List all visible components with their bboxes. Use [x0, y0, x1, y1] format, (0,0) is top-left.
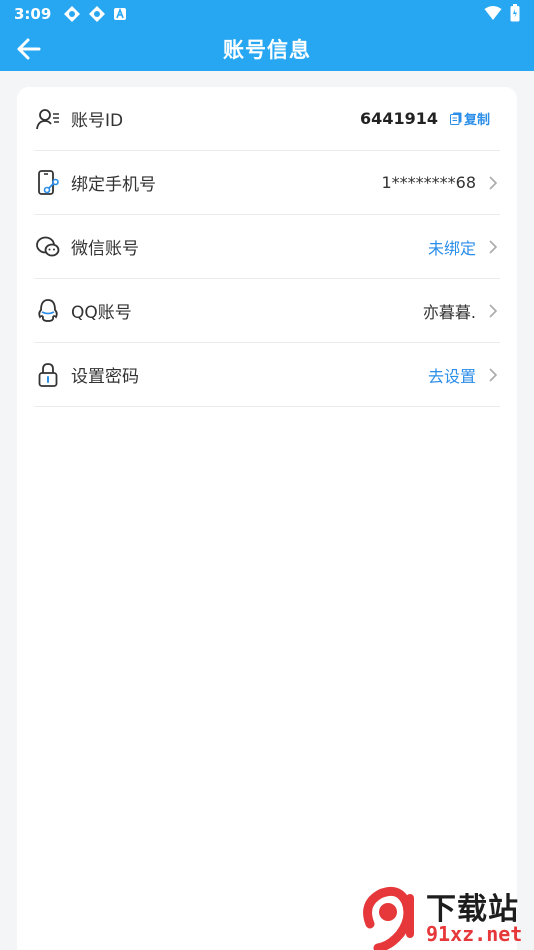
row-bind-phone[interactable]: 绑定手机号 1********68: [34, 151, 500, 215]
row-set-password[interactable]: 设置密码 去设置: [34, 343, 500, 407]
phone-link-icon: [35, 169, 61, 196]
row-label: 账号ID: [71, 111, 124, 131]
password-status: 去设置: [427, 366, 476, 386]
wechat-icon: [35, 234, 61, 260]
font-a-icon: [113, 7, 127, 21]
row-account-id: 账号ID 6441914 复制: [34, 87, 500, 151]
copy-icon: [449, 112, 462, 125]
battery-icon: [510, 4, 520, 26]
qq-icon: [35, 298, 61, 324]
sync-icon: [63, 5, 81, 23]
account-id-value: 6441914: [360, 109, 438, 128]
user-list-icon: [35, 106, 61, 132]
row-label: 微信账号: [71, 239, 139, 259]
copy-button[interactable]: 复制: [449, 109, 490, 128]
row-label: QQ账号: [71, 303, 132, 323]
chevron-right-icon: [488, 175, 500, 191]
toolbar: 账号信息: [0, 28, 534, 71]
wifi-icon: [484, 5, 502, 25]
row-qq[interactable]: QQ账号 亦暮暮.: [34, 279, 500, 343]
watermark: 下载站 91xz.net: [360, 884, 532, 950]
qq-value: 亦暮暮.: [422, 302, 476, 322]
status-right: [484, 4, 520, 26]
watermark-logo-icon: [363, 886, 414, 950]
row-label: 设置密码: [71, 367, 139, 387]
row-label: 绑定手机号: [71, 175, 156, 195]
phone-value: 1********68: [381, 173, 476, 192]
chevron-right-icon: [488, 367, 500, 383]
chevron-right-icon: [488, 303, 500, 319]
status-bar: 3:09: [0, 0, 534, 28]
copy-label: 复制: [463, 113, 490, 128]
page-title: 账号信息: [223, 38, 311, 62]
chevron-right-icon: [488, 239, 500, 255]
account-info-card: 账号ID 6441914 复制 绑定手机号 1********68 微信账号 未…: [17, 87, 517, 950]
status-time: 3:09: [14, 5, 52, 23]
sync-icon-2: [88, 5, 106, 23]
wechat-status: 未绑定: [427, 238, 476, 258]
row-wechat[interactable]: 微信账号 未绑定: [34, 215, 500, 279]
lock-icon: [35, 362, 61, 388]
watermark-url: 91xz.net: [426, 922, 523, 946]
app-bar: 3:09 账号信息: [0, 0, 534, 71]
